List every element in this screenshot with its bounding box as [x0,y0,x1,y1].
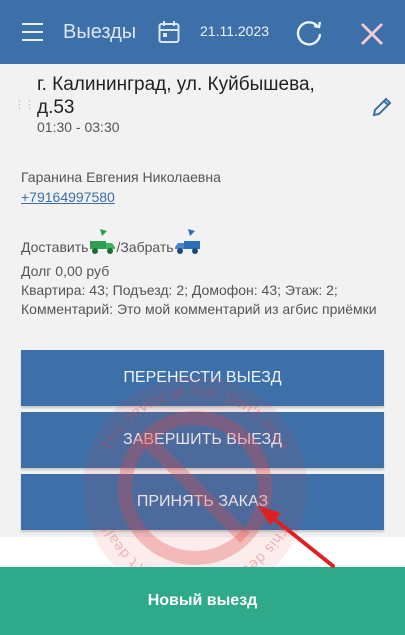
new-visit-button[interactable]: Новый выезд [0,567,405,635]
pencil-icon[interactable] [371,96,393,118]
finish-visit-button[interactable]: ЗАВЕРШИТЬ ВЫЕЗД [21,412,384,468]
selected-date[interactable]: 21.11.2023 [200,23,269,39]
reschedule-button[interactable]: ПЕРЕНЕСТИ ВЫЕЗД [21,350,384,406]
pickup-label: Забрать [120,239,174,255]
calendar-icon[interactable] [158,20,180,44]
app-bar: Выезды 21.11.2023 [0,0,405,64]
hamburger-menu-icon[interactable] [22,23,43,41]
delivery-options: Доставить / Забрать [21,227,202,255]
debt-text: Долг 0,00 руб [21,263,110,279]
visit-info: Долг 0,00 руб Квартира: 43; Подъезд: 2; … [21,262,391,319]
page-title: Выезды [63,21,137,43]
close-icon[interactable] [360,22,384,46]
deliver-label: Доставить [21,239,89,255]
accept-order-button[interactable]: ПРИНЯТЬ ЗАКАЗ [21,474,384,530]
refresh-icon[interactable] [295,18,323,46]
phone-link[interactable]: +79164997580 [21,189,115,205]
contact-name: Гаранина Евгения Николаевна [21,169,221,185]
address-details: Квартира: 43; Подъезд: 2; Домофон: 43; Э… [21,282,338,298]
blue-truck-icon [174,229,200,254]
comment-text: Комментарий: Это мой комментарий из агби… [21,301,377,317]
drag-handle-icon[interactable]: ⋮⋮ [14,100,35,111]
visit-address: г. Калининград, ул. Куйбышева, д.53 [37,74,315,118]
green-truck-icon [90,229,116,254]
visit-time: 01:30 - 03:30 [37,119,120,135]
